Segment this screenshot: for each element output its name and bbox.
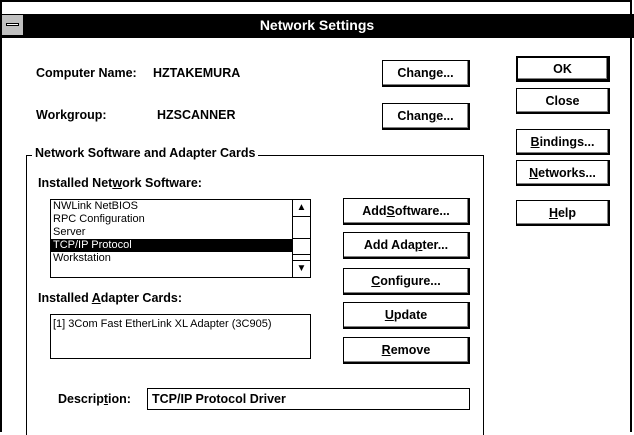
remove-label-accel: R [381, 343, 391, 357]
installed-adapters-label: Installed Adapter Cards: [38, 291, 182, 305]
software-items: NWLink NetBIOS RPC Configuration Server TCP… [51, 200, 310, 265]
add-software-label-pre: Add [362, 204, 387, 218]
networks-label-post: etworks... [538, 165, 596, 180]
add-software-label-post: oftware... [394, 204, 450, 218]
installed-adapters-label-post: dapter Cards: [100, 291, 183, 305]
installed-software-label-post: ork Software: [122, 176, 202, 190]
description-label: Description: [58, 392, 131, 406]
computer-name-label: Computer Name: [36, 66, 137, 80]
workgroup-label: Workgroup: [36, 108, 107, 122]
add-adapter-label-pre: Add Ada [363, 238, 415, 252]
add-software-button[interactable]: Add Software... [343, 198, 470, 225]
change-computer-name-label: Change... [397, 66, 454, 80]
software-scrollbar[interactable]: ▲ ▼ [292, 200, 310, 277]
update-button[interactable]: Update [343, 302, 470, 329]
remove-label-post: emove [390, 343, 431, 357]
software-list-item[interactable]: TCP/IP Protocol [51, 239, 292, 252]
adapter-list-item[interactable]: [1] 3Com Fast EtherLink XL Adapter (3C90… [51, 318, 310, 331]
networks-button[interactable]: Networks... [516, 160, 610, 186]
help-label-accel: H [548, 205, 558, 220]
group-title: Network Software and Adapter Cards [32, 146, 259, 160]
description-field: TCP/IP Protocol Driver [147, 388, 470, 410]
bindings-label-accel: B [530, 134, 540, 149]
add-adapter-button[interactable]: Add Ada p ter... [343, 232, 470, 259]
installed-software-list[interactable]: NWLink NetBIOS RPC Configuration Server TCP… [50, 199, 311, 278]
installed-software-label-pre: Installed Net [38, 176, 113, 190]
installed-software-label: Installed Network Software: [38, 176, 202, 190]
networks-label-accel: N [529, 165, 539, 180]
add-software-label-accel: S [386, 204, 395, 218]
installed-adapters-label-pre: Installed [38, 291, 92, 305]
change-workgroup-label-accel: g [428, 109, 437, 123]
configure-label-accel: C [371, 274, 381, 288]
computer-name-value: HZTAKEMURA [153, 66, 241, 80]
adapter-items: [1] 3Com Fast EtherLink XL Adapter (3C90… [51, 318, 310, 331]
description-label-pre: Descrip [58, 392, 104, 406]
arrow-up-icon[interactable]: ▲ [293, 200, 310, 217]
software-list-item[interactable]: Server [51, 226, 292, 239]
close-button[interactable]: Close [516, 88, 610, 114]
add-adapter-label-accel: p [414, 238, 423, 252]
title-bar[interactable]: Network Settings [0, 14, 634, 38]
update-label-accel: U [384, 308, 394, 322]
software-list-item[interactable]: NWLink NetBIOS [51, 200, 292, 213]
installed-software-label-accel: w [112, 176, 123, 190]
ok-button[interactable]: OK [516, 56, 610, 82]
installed-adapters-label-accel: A [91, 291, 101, 305]
change-workgroup-label-post: e... [436, 109, 454, 123]
help-label-post: elp [557, 205, 577, 220]
close-label: Close [545, 93, 580, 108]
help-button[interactable]: Help [516, 200, 610, 226]
arrow-down-icon[interactable]: ▼ [293, 260, 310, 277]
software-list-item[interactable]: Workstation [51, 252, 292, 265]
installed-adapters-list[interactable]: [1] 3Com Fast EtherLink XL Adapter (3C90… [50, 314, 311, 359]
configure-label-post: onfigure... [380, 274, 441, 288]
description-label-post: ion: [108, 392, 131, 406]
ok-label: OK [553, 61, 572, 76]
window-title: Network Settings [259, 17, 375, 33]
bindings-button[interactable]: Bindings... [516, 129, 610, 155]
update-label-post: pdate [393, 308, 428, 322]
bindings-label-post: indings... [539, 134, 595, 149]
change-workgroup-label-pre: Chan [397, 109, 429, 123]
remove-button[interactable]: Remove [343, 337, 470, 364]
scroll-thumb[interactable] [293, 238, 310, 255]
workgroup-value: HZSCANNER [157, 108, 236, 122]
change-computer-name-button[interactable]: Change... [382, 60, 470, 87]
configure-button[interactable]: Configure... [343, 268, 470, 295]
change-workgroup-button[interactable]: Chan g e... [382, 103, 470, 130]
software-list-item[interactable]: RPC Configuration [51, 213, 292, 226]
add-adapter-label-post: ter... [422, 238, 449, 252]
